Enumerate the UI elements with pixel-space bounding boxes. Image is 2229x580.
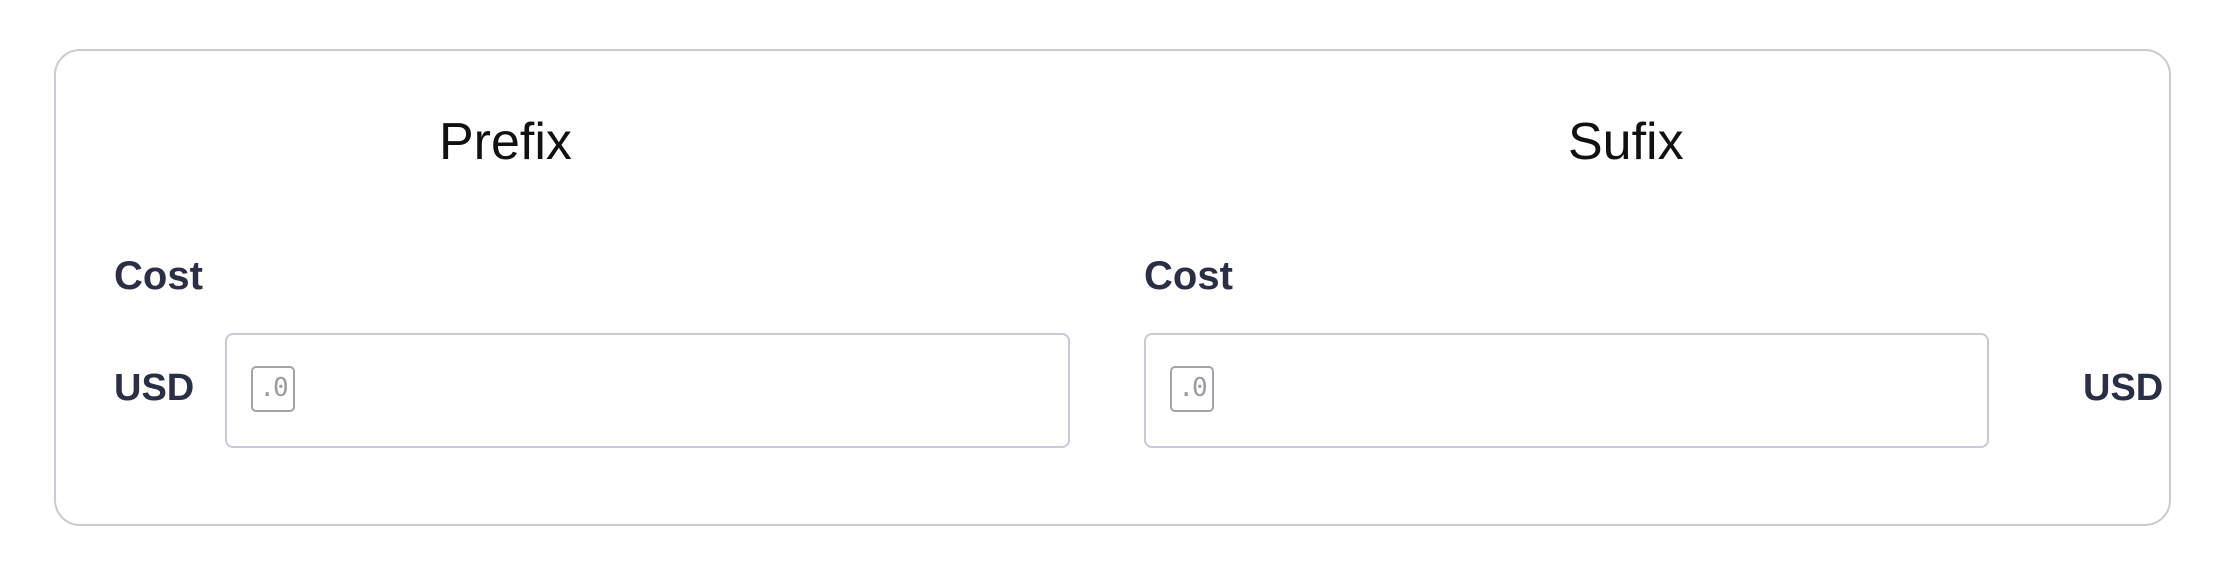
suffix-currency-label: USD	[2083, 367, 2164, 409]
suffix-cost-input[interactable]: .0	[1144, 333, 1989, 448]
demo-card: Prefix Cost USD .0 Sufix Cost .0 USD	[54, 49, 2171, 526]
prefix-section: Prefix Cost USD .0	[56, 51, 1106, 524]
suffix-cost-label: Cost	[1144, 254, 1233, 298]
decimal-places-icon: .0	[251, 366, 295, 412]
decimal-places-icon: .0	[1170, 366, 1214, 412]
prefix-currency-label: USD	[114, 367, 195, 409]
suffix-section-title: Sufix	[1568, 113, 1684, 171]
prefix-cost-label: Cost	[114, 254, 203, 298]
suffix-section: Sufix Cost .0 USD	[1106, 51, 2173, 524]
prefix-section-title: Prefix	[439, 113, 572, 171]
prefix-cost-input[interactable]: .0	[225, 333, 1070, 448]
